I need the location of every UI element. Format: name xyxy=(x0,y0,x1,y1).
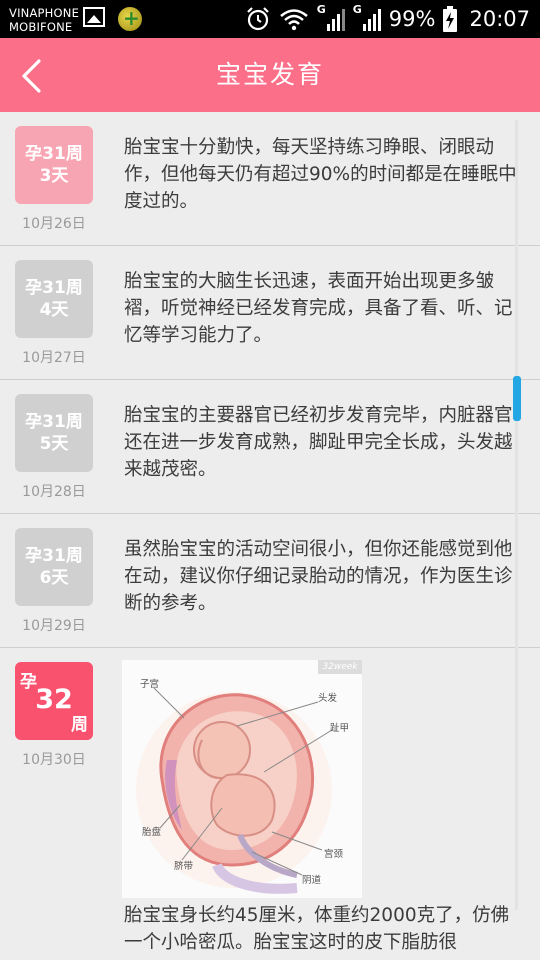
status-bar: VINAPHONE MOBIFONE G G xyxy=(0,0,540,38)
app-header: 宝宝发育 xyxy=(0,38,540,112)
badge-week: 孕31周 xyxy=(25,144,83,164)
clock: 20:07 xyxy=(469,7,530,31)
battery-percent: 99% xyxy=(388,7,436,31)
entry-text: 胎宝宝的大脑生长迅速，表面开始出现更多皱褶，听觉神经已经发育完成，具备了看、听、… xyxy=(124,271,513,346)
entry-date: 10月30日 xyxy=(22,752,86,768)
badge-week: 孕31周 xyxy=(25,546,83,566)
carrier-names: VINAPHONE MOBIFONE xyxy=(9,6,79,34)
timeline-entry[interactable]: 孕31周 3天 10月26日 胎宝宝十分勤快，每天坚持练习睁眼、闭眼动作，但他每… xyxy=(0,112,540,246)
day-badge: 孕31周 5天 xyxy=(15,394,93,472)
scrollbar-thumb[interactable] xyxy=(513,376,521,421)
label-toenail: 趾甲 xyxy=(330,723,350,734)
signal-strength-2: G xyxy=(353,3,381,33)
signal-icon xyxy=(326,9,345,31)
timeline-entry[interactable]: 孕31周 5天 10月28日 胎宝宝的主要器官已经初步发育完毕，内脏器官还在进一… xyxy=(0,380,540,514)
week-badge-suffix: 周 xyxy=(71,715,88,735)
status-icons: G G 99% 20:07 xyxy=(245,3,530,34)
badge-day: 5天 xyxy=(39,434,69,454)
label-cervix: 宫颈 xyxy=(324,849,344,860)
badge-week: 孕31周 xyxy=(25,278,83,298)
app-notification-icon xyxy=(118,6,142,31)
carrier-1: VINAPHONE xyxy=(9,6,80,20)
entry-text: 胎宝宝的主要器官已经初步发育完毕，内脏器官还在进一步发育成熟，脚趾甲完全长成，头… xyxy=(124,405,513,480)
week-tag: 32week xyxy=(318,660,362,674)
label-umbilical-cord: 脐带 xyxy=(174,861,194,872)
label-placenta: 胎盘 xyxy=(142,827,162,838)
entry-date: 10月29日 xyxy=(22,618,86,634)
fetus-illustration[interactable]: 32week 子宫 头发 趾甲 胎盘 宫颈 脐带 阴道 xyxy=(122,660,362,898)
label-vagina: 阴道 xyxy=(302,875,322,886)
carrier-2: MOBIFONE xyxy=(9,20,73,34)
timeline-entry[interactable]: 孕31周 6天 10月29日 虽然胎宝宝的活动空间很小，但你还能感觉到他在动，建… xyxy=(0,514,540,648)
signal-icon xyxy=(362,9,381,31)
badge-day: 6天 xyxy=(39,568,69,588)
day-badge: 孕31周 3天 xyxy=(15,126,93,204)
day-badge: 孕31周 6天 xyxy=(15,528,93,606)
entry-date: 10月27日 xyxy=(22,350,86,366)
entry-date: 10月26日 xyxy=(22,216,86,232)
week-description: 胎宝宝身长约45厘米，体重约2000克了，仿佛一个小哈密瓜。胎宝宝这时的皮下脂肪… xyxy=(124,905,510,953)
gallery-notification-icon xyxy=(83,7,105,27)
week-entry[interactable]: 孕 32 周 10月30日 32week 子宫 头发 趾甲 胎盘 宫颈 脐带 阴… xyxy=(0,648,540,960)
badge-day: 4天 xyxy=(39,300,69,320)
entry-text: 虽然胎宝宝的活动空间很小，但你还能感觉到他在动，建议你仔细记录胎动的情况，作为医… xyxy=(124,539,513,614)
battery-charging-icon xyxy=(443,6,458,32)
entry-text: 胎宝宝十分勤快，每天坚持练习睁眼、闭眼动作，但他每天仍有超过90%的时间都是在睡… xyxy=(124,137,517,212)
label-uterus: 子宫 xyxy=(140,679,160,690)
page-title: 宝宝发育 xyxy=(215,60,324,89)
label-hair: 头发 xyxy=(318,693,338,704)
entry-date: 10月28日 xyxy=(22,484,86,500)
development-timeline[interactable]: 孕31周 3天 10月26日 胎宝宝十分勤快，每天坚持练习睁眼、闭眼动作，但他每… xyxy=(0,112,540,960)
day-badge: 孕31周 4天 xyxy=(15,260,93,338)
scrollbar-track xyxy=(515,120,518,910)
badge-day: 3天 xyxy=(39,166,69,186)
signal-strength-1: G xyxy=(317,3,345,33)
wifi-icon xyxy=(279,9,308,31)
alarm-icon xyxy=(247,7,269,31)
badge-week: 孕31周 xyxy=(25,412,83,432)
timeline-entry[interactable]: 孕31周 4天 10月27日 胎宝宝的大脑生长迅速，表面开始出现更多皱褶，听觉神… xyxy=(0,246,540,380)
week-badge: 孕 32 周 xyxy=(15,662,93,740)
